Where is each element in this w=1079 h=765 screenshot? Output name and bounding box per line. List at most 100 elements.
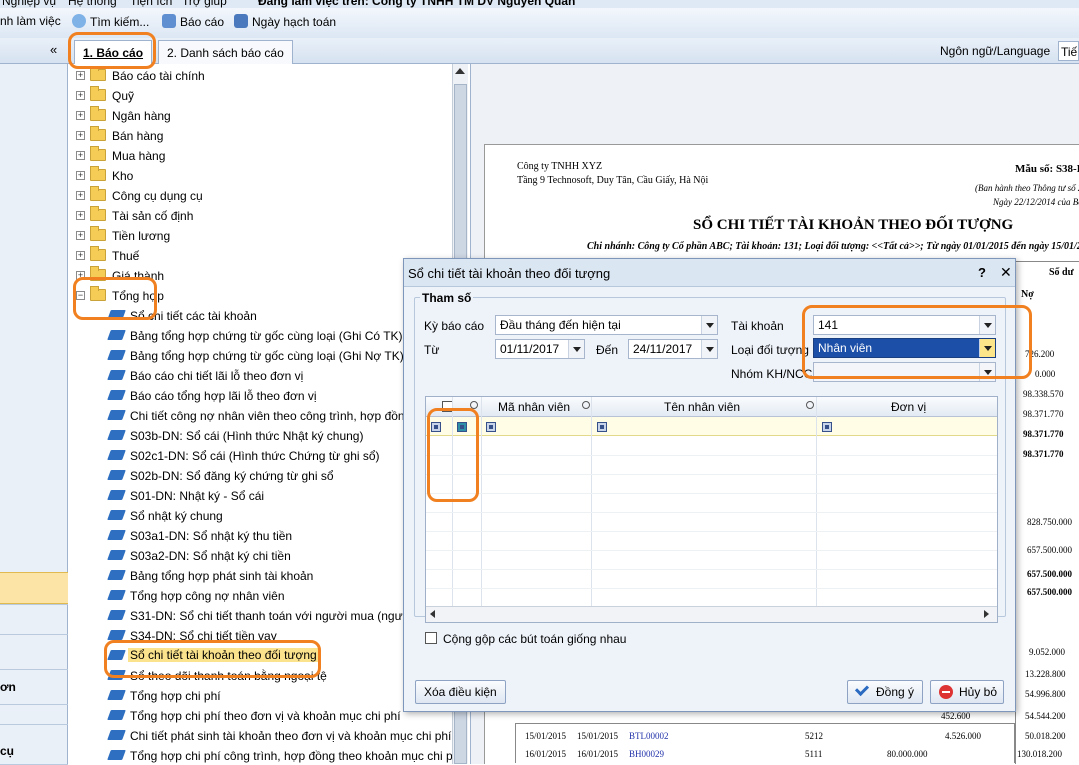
filter-icon[interactable] — [431, 422, 441, 432]
workspace-button[interactable]: nh làm việc — [0, 14, 61, 28]
tab-reports[interactable]: 1. Báo cáo — [74, 40, 153, 64]
grid-horizontal-scrollbar[interactable] — [426, 606, 997, 622]
object-type-select[interactable]: Nhân viên — [813, 338, 996, 358]
chevron-down-icon[interactable] — [568, 340, 584, 358]
col-unit[interactable]: Đơn vị — [891, 400, 926, 414]
customer-group-select[interactable] — [813, 362, 996, 382]
col-employee-code[interactable]: Mã nhân viên — [498, 400, 570, 414]
collapse-icon[interactable]: − — [76, 291, 85, 300]
tree-report-item-selected[interactable]: Sổ chi tiết tài khoản theo đối tượng — [68, 646, 452, 666]
tree-report-item[interactable]: S31-DN: Sổ chi tiết thanh toán với người… — [68, 606, 452, 626]
report-balance-value: 657.500.000 — [1027, 587, 1072, 597]
chevron-down-icon[interactable] — [979, 339, 995, 357]
book-icon — [107, 450, 126, 460]
expand-icon[interactable]: + — [76, 271, 85, 280]
pin-icon[interactable] — [582, 401, 590, 409]
tree-report-item[interactable]: Tổng hợp chi phí công trình, hợp đồng th… — [68, 746, 452, 764]
report-cell-doc[interactable]: BTL00002 — [629, 731, 669, 741]
tree-report-item[interactable]: Bảng tổng hợp chứng từ gốc cùng loại (Gh… — [68, 346, 452, 366]
table-row[interactable] — [426, 551, 997, 570]
filter-icon[interactable] — [457, 422, 467, 432]
collapse-button[interactable]: « — [50, 42, 57, 57]
scroll-up-icon[interactable] — [455, 68, 465, 74]
tree-report-item[interactable]: S02b-DN: Sổ đăng ký chứng từ ghi sổ — [68, 466, 452, 486]
expand-icon[interactable]: + — [76, 151, 85, 160]
tree-report-item[interactable]: Sổ chi tiết các tài khoản — [68, 306, 452, 326]
report-cell-date: 16/01/2015 — [577, 749, 619, 759]
ok-button[interactable]: Đồng ý — [847, 680, 923, 704]
tree-report-item[interactable]: Bảng tổng hợp phát sinh tài khoản — [68, 566, 452, 586]
table-row[interactable] — [426, 494, 997, 513]
table-row[interactable] — [426, 532, 997, 551]
posting-date-button[interactable]: Ngày hạch toán — [234, 14, 336, 29]
search-button[interactable]: Tìm kiếm... — [72, 14, 149, 29]
expand-icon[interactable]: + — [76, 111, 85, 120]
tree-report-item[interactable]: Báo cáo tổng hợp lãi lỗ theo đơn vị — [68, 386, 452, 406]
scroll-right-icon[interactable] — [984, 610, 989, 618]
menu-item-he-thong[interactable]: Hệ thống — [68, 0, 117, 8]
tree-report-item[interactable]: S03b-DN: Sổ cái (Hình thức Nhật ký chung… — [68, 426, 452, 446]
chevron-down-icon[interactable] — [979, 363, 995, 381]
filter-icon[interactable] — [822, 422, 832, 432]
merge-entries-checkbox[interactable] — [425, 632, 437, 644]
tree-report-item[interactable]: Chi tiết công nợ nhân viên theo công trì… — [68, 406, 452, 426]
tree-report-item[interactable]: Tổng hợp công nợ nhân viên — [68, 586, 452, 606]
close-button[interactable]: ✕ — [1000, 264, 1012, 281]
help-button[interactable]: ? — [978, 265, 986, 280]
tree-report-item[interactable]: S03a1-DN: Sổ nhật ký thu tiền — [68, 526, 452, 546]
clear-conditions-button[interactable]: Xóa điều kiện — [415, 680, 506, 704]
expand-icon[interactable]: + — [76, 211, 85, 220]
tree-report-item[interactable]: Báo cáo chi tiết lãi lỗ theo đơn vị — [68, 366, 452, 386]
report-balance-value: 50.018.200 — [1025, 731, 1066, 741]
table-row[interactable] — [426, 437, 997, 456]
chevron-down-icon[interactable] — [701, 340, 717, 358]
expand-icon[interactable]: + — [76, 91, 85, 100]
expand-icon[interactable]: + — [76, 131, 85, 140]
menu-item-tro-giup[interactable]: Trợ giúp — [182, 0, 227, 8]
table-row[interactable] — [426, 570, 997, 589]
tree-report-item[interactable]: S03a2-DN: Sổ nhật ký chi tiền — [68, 546, 452, 566]
nav-item-label[interactable]: ơn — [0, 680, 16, 694]
report-cell-account: 5111 — [805, 749, 823, 759]
cancel-button[interactable]: Hủy bỏ — [930, 680, 1004, 704]
report-params-dialog: Sổ chi tiết tài khoản theo đối tượng ? ✕… — [403, 258, 1016, 712]
expand-icon[interactable]: + — [76, 231, 85, 240]
scroll-left-icon[interactable] — [430, 610, 435, 618]
tree-report-item[interactable]: S02c1-DN: Sổ cái (Hình thức Chứng từ ghi… — [68, 446, 452, 466]
chevron-down-icon[interactable] — [979, 316, 995, 334]
chevron-down-icon[interactable] — [701, 316, 717, 334]
tree-report-item[interactable]: S34-DN: Sổ chi tiết tiền vay — [68, 626, 452, 646]
from-date-picker[interactable]: 01/11/2017 — [495, 339, 585, 359]
nav-item-label[interactable]: cụ — [0, 744, 14, 758]
report-button[interactable]: Báo cáo — [162, 14, 224, 29]
tree-report-item[interactable]: Sổ nhật ký chung — [68, 506, 452, 526]
pin-icon[interactable] — [470, 401, 478, 409]
tree-report-item[interactable]: Tổng hợp chi phí theo đơn vị và khoản mụ… — [68, 706, 452, 726]
from-label: Từ — [424, 343, 440, 357]
tree-report-item[interactable]: Tổng hợp chi phí — [68, 686, 452, 706]
expand-icon[interactable]: + — [76, 251, 85, 260]
tree-report-item[interactable]: Chi tiết phát sinh tài khoản theo đơn vị… — [68, 726, 452, 746]
expand-icon[interactable]: + — [76, 71, 85, 80]
menu-item-nghiep-vu[interactable]: Nghiệp vụ — [2, 0, 56, 8]
tree-report-item[interactable]: S01-DN: Nhật ký - Sổ cái — [68, 486, 452, 506]
filter-icon[interactable] — [597, 422, 607, 432]
col-employee-name[interactable]: Tên nhân viên — [664, 400, 740, 414]
tree-report-item[interactable]: Bảng tổng hợp chứng từ gốc cùng loại (Gh… — [68, 326, 452, 346]
expand-icon[interactable]: + — [76, 191, 85, 200]
filter-icon[interactable] — [486, 422, 496, 432]
table-row[interactable] — [426, 513, 997, 532]
report-cell-doc[interactable]: BH00029 — [629, 749, 664, 759]
expand-icon[interactable]: + — [76, 171, 85, 180]
pin-icon[interactable] — [806, 401, 814, 409]
tab-report-list[interactable]: 2. Danh sách báo cáo — [158, 40, 293, 64]
menu-item-tien-ich[interactable]: Tiện ích — [130, 0, 172, 8]
period-select[interactable]: Đầu tháng đến hiện tại — [495, 315, 718, 335]
table-row[interactable] — [426, 456, 997, 475]
language-select[interactable]: Tiế — [1058, 41, 1079, 61]
to-date-picker[interactable]: 24/11/2017 — [628, 339, 718, 359]
account-select[interactable]: 141 — [813, 315, 996, 335]
nav-item-selected[interactable] — [0, 572, 68, 604]
tree-report-item[interactable]: Sổ theo dõi thanh toán bằng ngoại tệ — [68, 666, 452, 686]
table-row[interactable] — [426, 475, 997, 494]
